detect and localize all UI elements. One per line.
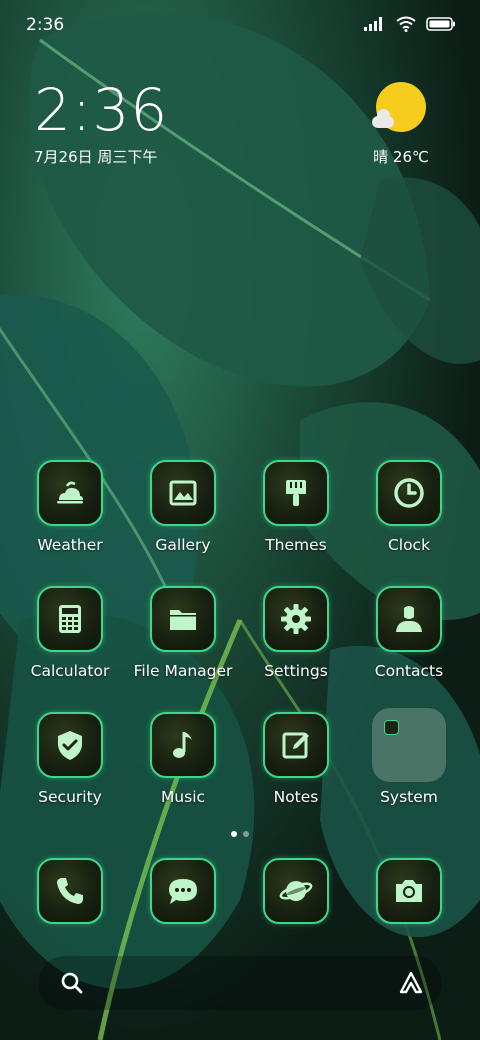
app-file-manager[interactable]: File Manager [123, 586, 243, 680]
app-label: Notes [273, 788, 319, 806]
clock-widget[interactable]: 2:36 7月26日 周三下午 [34, 78, 168, 167]
gear-icon [263, 586, 329, 652]
cloud-icon [372, 109, 394, 128]
folder-system[interactable]: System [349, 708, 469, 806]
folder-icon [372, 708, 446, 782]
themes-icon [263, 460, 329, 526]
search-icon[interactable] [60, 971, 84, 995]
app-label: Calculator [30, 662, 110, 680]
dock-messages[interactable] [123, 858, 243, 924]
dock-browser[interactable] [236, 858, 356, 924]
dock-phone[interactable] [10, 858, 130, 924]
app-label: System [380, 788, 438, 806]
app-notes[interactable]: Notes [236, 712, 356, 806]
battery-icon [426, 17, 455, 31]
music-note-icon [150, 712, 216, 778]
clock-time: 2:36 [34, 76, 169, 144]
app-label: Themes [265, 536, 327, 554]
weather-widget[interactable]: 晴 26℃ [356, 82, 446, 167]
app-label: Contacts [374, 662, 444, 680]
calculator-icon [37, 586, 103, 652]
browser-icon [263, 858, 329, 924]
app-calculator[interactable]: Calculator [10, 586, 130, 680]
app-clock[interactable]: Clock [349, 460, 469, 554]
search-bar[interactable] [38, 956, 442, 1010]
gallery-icon [150, 460, 216, 526]
weather-text: 晴 26℃ [373, 148, 429, 166]
app-label: Gallery [155, 536, 211, 554]
camera-icon [376, 858, 442, 924]
app-gallery[interactable]: Gallery [123, 460, 243, 554]
contact-icon [376, 586, 442, 652]
wifi-icon [396, 16, 416, 32]
phone-icon [37, 858, 103, 924]
app-security[interactable]: Security [10, 712, 130, 806]
clock-date: 7月26日 周三下午 [34, 148, 158, 166]
status-time: 2:36 [26, 15, 65, 35]
app-label: File Manager [133, 662, 233, 680]
app-label: Settings [264, 662, 328, 680]
shield-icon [37, 712, 103, 778]
app-contacts[interactable]: Contacts [349, 586, 469, 680]
dock-camera[interactable] [349, 858, 469, 924]
page-dot [243, 831, 249, 837]
app-weather[interactable]: Weather [10, 460, 130, 554]
weather-icon [37, 460, 103, 526]
mini-app-icon [384, 720, 399, 735]
app-label: Security [38, 788, 102, 806]
page-indicator[interactable] [0, 831, 480, 837]
signal-icon [364, 17, 382, 31]
status-bar: 2:36 [0, 0, 480, 50]
app-settings[interactable]: Settings [236, 586, 356, 680]
assistant-icon[interactable] [398, 970, 424, 996]
sunny-icon [372, 82, 426, 132]
app-themes[interactable]: Themes [236, 460, 356, 554]
app-label: Clock [387, 536, 431, 554]
app-label: Music [160, 788, 206, 806]
app-label: Weather [37, 536, 103, 554]
page-dot-active [231, 831, 237, 837]
app-music[interactable]: Music [123, 712, 243, 806]
folder-icon [150, 586, 216, 652]
clock-icon [376, 460, 442, 526]
notes-icon [263, 712, 329, 778]
message-icon [150, 858, 216, 924]
